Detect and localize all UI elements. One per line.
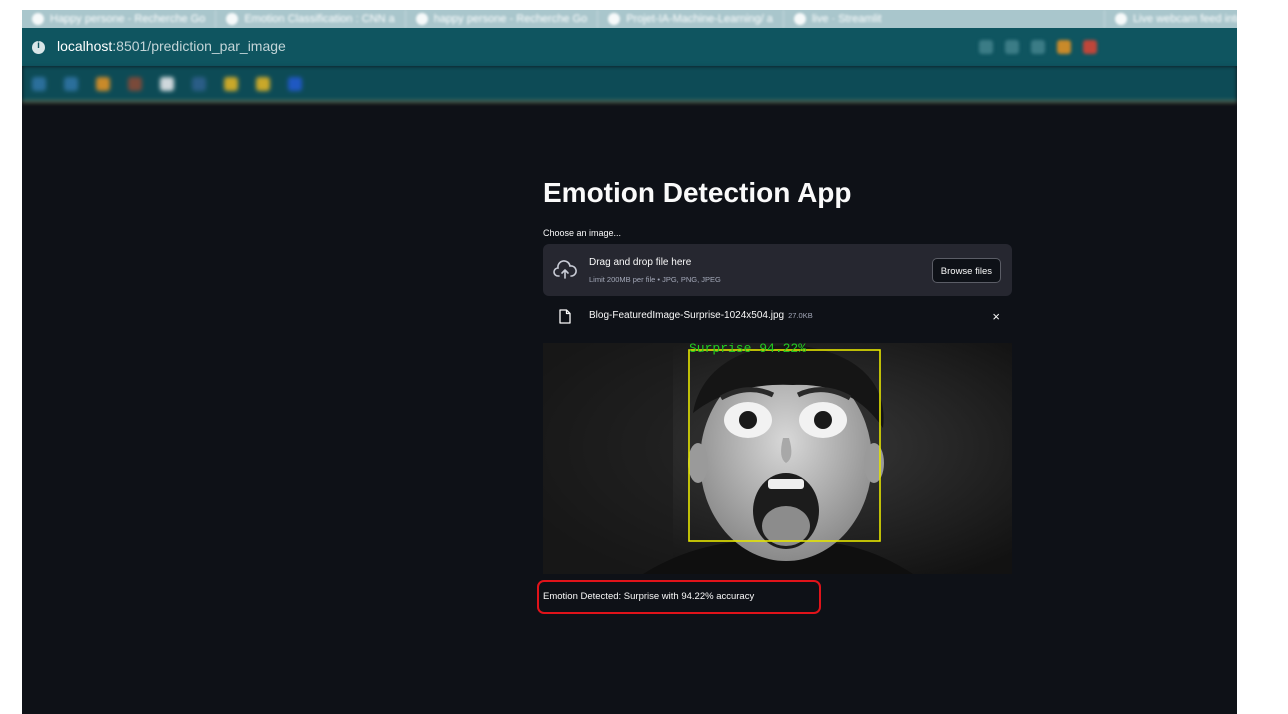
dropzone-title: Drag and drop file here: [589, 257, 692, 268]
remove-file-icon[interactable]: ×: [992, 309, 1000, 324]
bookmark[interactable]: [256, 76, 270, 91]
google-icon: [415, 13, 428, 25]
dropzone-limit: Limit 200MB per file • JPG, PNG, JPEG: [589, 275, 721, 284]
github-icon: [608, 13, 621, 25]
file-name: Blog-FeaturedImage-Surprise-1024x504.jpg…: [589, 310, 813, 321]
bookmark[interactable]: [64, 76, 78, 91]
bookmarks-bar: [22, 66, 1237, 102]
bookmark[interactable]: [128, 76, 142, 91]
bookmark-icon: [128, 76, 142, 91]
site-icon: [1114, 13, 1127, 25]
extension-icon[interactable]: [1057, 40, 1071, 54]
browser-tab[interactable]: happy persone - Recherche Go: [406, 10, 599, 28]
streamlit-icon: [793, 13, 806, 25]
extension-icon[interactable]: [1031, 40, 1045, 54]
cloud-upload-icon: [553, 260, 577, 279]
bookmark[interactable]: [288, 76, 302, 91]
image-detection-label: Surprise 94.22%: [689, 343, 806, 356]
site-icon: [226, 13, 239, 25]
bookmark-icon: [160, 76, 174, 91]
uploaded-image: Surprise 94.22%: [543, 343, 1012, 574]
browser-tab[interactable]: Projet-IA-Machine-Learning/ a: [598, 10, 784, 28]
bookmark-icon: [256, 76, 270, 91]
url-display[interactable]: localhost:8501/prediction_par_image: [32, 38, 286, 56]
bookmark-icon: [192, 76, 206, 91]
extension-icon[interactable]: [1083, 40, 1097, 54]
bookmark-icon: [224, 76, 238, 91]
browser-tab[interactable]: Emotion Classification : CNN a: [216, 10, 406, 28]
url-host: localhost: [57, 38, 113, 54]
extension-icon[interactable]: [1005, 40, 1019, 54]
page-title: Emotion Detection App: [543, 177, 852, 208]
bookmark-icon: [32, 76, 46, 91]
bookmark[interactable]: [192, 76, 206, 91]
browser-tab[interactable]: Live webcam feed into: [1105, 10, 1237, 28]
extension-icons: [979, 40, 1097, 54]
bookmark-icon: [96, 76, 110, 91]
browser-tab[interactable]: Happy persone - Recherche Go: [22, 10, 217, 28]
file-icon: [559, 309, 571, 324]
browse-files-button[interactable]: Browse files: [931, 258, 1001, 283]
file-dropzone[interactable]: Drag and drop file here Limit 200MB per …: [543, 244, 1012, 296]
browser-tab[interactable]: live · Streamlit: [784, 10, 1105, 28]
bookmark[interactable]: [32, 76, 46, 91]
site-info-icon[interactable]: [32, 40, 45, 54]
extension-icon[interactable]: [979, 40, 993, 54]
tab-strip: Happy persone - Recherche Go Emotion Cla…: [22, 10, 1237, 28]
bookmark[interactable]: [160, 76, 174, 91]
url-path: :8501/prediction_par_image: [112, 38, 286, 54]
address-bar[interactable]: localhost:8501/prediction_par_image: [22, 28, 1237, 66]
bookmark[interactable]: [224, 76, 238, 91]
file-size: 27.0KB: [788, 311, 813, 320]
bookmark-icon: [64, 76, 78, 91]
bookmark[interactable]: [96, 76, 110, 91]
emotion-result-text: Emotion Detected: Surprise with 94.22% a…: [543, 591, 755, 602]
browser-window: Happy persone - Recherche Go Emotion Cla…: [22, 10, 1237, 714]
bookmark-icon: [288, 76, 302, 91]
google-icon: [32, 13, 44, 25]
file-name-text: Blog-FeaturedImage-Surprise-1024x504.jpg: [589, 310, 785, 321]
uploader-label: Choose an image...: [543, 228, 622, 238]
uploaded-file-row: Blog-FeaturedImage-Surprise-1024x504.jpg…: [543, 306, 1012, 330]
emotion-result: Emotion Detected: Surprise with 94.22% a…: [537, 580, 821, 614]
